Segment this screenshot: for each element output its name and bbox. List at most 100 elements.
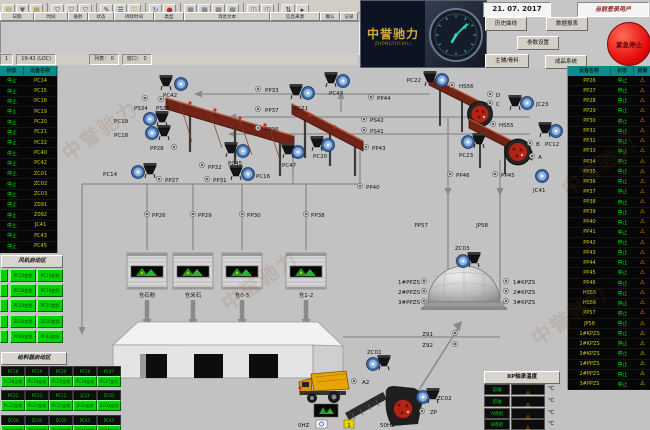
feeder-start-button[interactable]: PC47变频 (97, 376, 121, 387)
device-row[interactable]: 停止PC42 (0, 159, 57, 169)
device-row[interactable]: 停止PC19 (0, 107, 57, 117)
fan-start-button[interactable]: PC19变频 (37, 284, 63, 297)
device-row[interactable]: 停止ZC02 (0, 179, 57, 189)
device-row[interactable]: PP36停止⚠ (568, 177, 650, 187)
device-row[interactable]: PP42停止⚠ (568, 238, 650, 248)
feeder-start-button[interactable]: PC22变频 (1, 400, 25, 411)
hopper-icon[interactable] (156, 111, 169, 126)
fan-icon[interactable] (536, 170, 549, 183)
device-row[interactable]: 1#PPZS停止⚠ (568, 360, 650, 370)
hopper-icon[interactable] (144, 163, 157, 178)
alarm-list[interactable] (0, 21, 360, 55)
fan-start-button[interactable]: PC20变频 (10, 299, 36, 312)
feeder-start-button[interactable]: PC19变频 (25, 376, 49, 387)
device-row[interactable]: 停止PC43 (0, 231, 57, 241)
feeder-start-button[interactable]: PC16变频 (73, 376, 97, 387)
fan-icon[interactable] (237, 145, 250, 158)
device-row[interactable]: 停止PC40 (0, 148, 57, 158)
hopper-icon[interactable] (158, 125, 171, 140)
fan-icon[interactable] (367, 358, 380, 371)
alarm-column-8[interactable]: 确认 (320, 12, 340, 21)
fan-start-button[interactable]: PC14变频 (10, 269, 36, 282)
feeder-start-button[interactable]: JC23变频 (73, 400, 97, 411)
device-row[interactable]: 停止Z091 (0, 200, 57, 210)
device-row[interactable]: 2#PPZS停止⚠ (568, 370, 650, 380)
crusher-3[interactable] (386, 386, 423, 426)
device-row[interactable]: PP37停止⚠ (568, 187, 650, 197)
device-row[interactable]: 3#PPZS停止⚠ (568, 380, 650, 390)
feeder-start-button[interactable]: PC18变频 (1, 376, 25, 387)
fan-icon[interactable] (322, 139, 335, 152)
fan-start-button[interactable]: PC15变频 (37, 269, 63, 282)
device-row[interactable]: 停止PC20 (0, 117, 57, 127)
device-row[interactable]: PP43停止⚠ (568, 248, 650, 258)
device-row[interactable]: PP38停止⚠ (568, 198, 650, 208)
device-row[interactable]: 停止PC22 (0, 138, 57, 148)
feeder-start-button[interactable]: PC23变频 (25, 400, 49, 411)
device-row[interactable]: PP33停止⚠ (568, 147, 650, 157)
device-row[interactable]: 停止ZC01 (0, 169, 57, 179)
fan-start-button[interactable]: PC18变频 (10, 284, 36, 297)
parameter-settings-button[interactable]: 参数设置 (517, 36, 559, 50)
alarm-column-6[interactable]: 消息文本 (184, 12, 270, 21)
emergency-stop-button[interactable]: 紧急停止 (607, 22, 650, 66)
alarm-column-1[interactable]: 时间 (34, 12, 68, 21)
silo-2[interactable] (173, 253, 213, 289)
feeder-start-button[interactable]: ZC03变频 (49, 425, 73, 430)
hopper-icon[interactable] (290, 84, 303, 99)
device-row[interactable]: 停止ZC03 (0, 190, 57, 200)
device-row[interactable]: PP28停止⚠ (568, 96, 650, 106)
device-row[interactable]: PP45停止⚠ (568, 268, 650, 278)
device-row[interactable]: HS56停止⚠ (568, 299, 650, 309)
device-row[interactable]: 停止Z092 (0, 210, 57, 220)
hopper-icon[interactable] (325, 72, 338, 87)
history-curve-button[interactable]: 历史曲线 (485, 17, 527, 31)
hopper-icon[interactable] (509, 95, 522, 110)
feeder-start-button[interactable]: ZC42变频 (25, 425, 49, 430)
feeder-start-button[interactable]: PC12变频 (49, 400, 73, 411)
data-report-button[interactable]: 数据报表 (546, 17, 588, 31)
fan-start-button-cut[interactable] (0, 284, 8, 297)
fan-icon[interactable] (144, 113, 157, 126)
fan-start-button[interactable]: PC21变频 (37, 299, 63, 312)
fan-icon[interactable] (550, 125, 563, 138)
device-row[interactable]: HS55停止⚠ (568, 289, 650, 299)
fan-icon[interactable] (462, 136, 475, 149)
fan-icon[interactable] (132, 166, 145, 179)
device-row[interactable]: 2#KPZS停止⚠ (568, 339, 650, 349)
fan-icon[interactable] (521, 97, 534, 110)
fan-icon[interactable] (436, 74, 449, 87)
feeder-start-button[interactable]: PC41变频 (73, 425, 97, 430)
device-row[interactable]: 停止PC18 (0, 97, 57, 107)
alarm-column-4[interactable]: 持续时间 (114, 12, 154, 21)
device-row[interactable]: PP34停止⚠ (568, 157, 650, 167)
device-row[interactable]: 停止PC14 (0, 76, 57, 86)
fan-start-button-cut[interactable] (0, 315, 8, 328)
silo-3[interactable] (222, 253, 262, 289)
fan-icon[interactable] (337, 75, 350, 88)
device-row[interactable]: PP35停止⚠ (568, 167, 650, 177)
alarm-column-3[interactable]: 状态 (88, 12, 114, 21)
device-row[interactable]: PP32停止⚠ (568, 137, 650, 147)
silo-4[interactable] (286, 253, 326, 289)
device-row[interactable]: 3#KPZS停止⚠ (568, 349, 650, 359)
alarm-column-0[interactable]: 日期 (0, 12, 34, 21)
device-row[interactable]: PP29停止⚠ (568, 106, 650, 116)
feeder-start-button[interactable]: PC45变频 (97, 425, 121, 430)
alarm-column-9[interactable]: 记录 (340, 12, 358, 21)
fan-start-button-cut[interactable] (0, 330, 8, 343)
device-row[interactable]: 停止PC45 (0, 242, 57, 252)
device-row[interactable]: PP31停止⚠ (568, 127, 650, 137)
silo-1[interactable] (127, 253, 167, 289)
hopper-icon[interactable] (160, 75, 173, 90)
device-row[interactable]: PP30停止⚠ (568, 117, 650, 127)
bottom-conveyor[interactable] (345, 392, 387, 420)
fan-icon[interactable] (146, 127, 159, 140)
alarm-column-5[interactable]: 类型 (154, 12, 184, 21)
device-row[interactable]: PP46停止⚠ (568, 279, 650, 289)
fan-start-button-cut[interactable] (0, 269, 8, 282)
device-row[interactable]: PP57停止⚠ (568, 309, 650, 319)
fan-start-button[interactable]: ZC02变频 (37, 315, 63, 328)
device-row[interactable]: 1#KPZS停止⚠ (568, 329, 650, 339)
alarm-column-7[interactable]: 信息来源 (270, 12, 320, 21)
